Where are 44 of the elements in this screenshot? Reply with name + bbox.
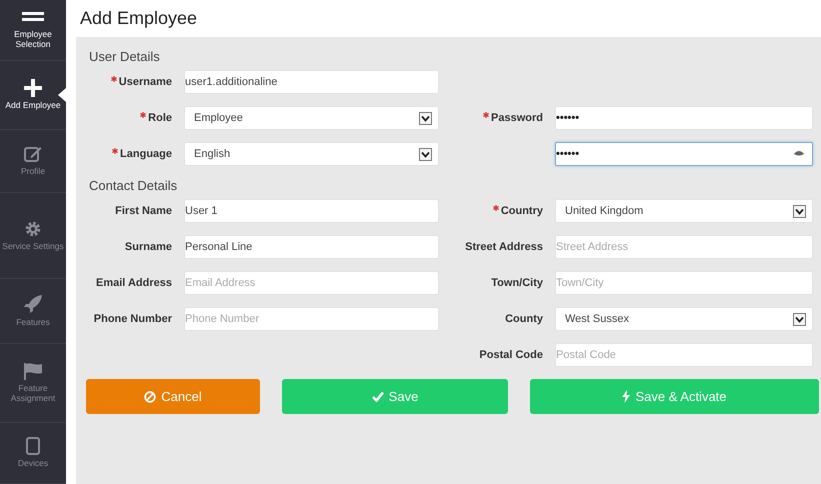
field-label: County bbox=[505, 312, 543, 327]
dropdown-field[interactable]: United Kingdom bbox=[555, 199, 813, 223]
field-label: Email Address bbox=[96, 276, 172, 291]
field-label: Town/City bbox=[491, 276, 543, 291]
page-title: Add Employee bbox=[79, 8, 198, 29]
field-label: First Name bbox=[115, 204, 172, 219]
caret-icon bbox=[419, 112, 432, 124]
input-field[interactable]: Phone Number bbox=[184, 307, 439, 331]
confirm-password-field[interactable]: •••••• bbox=[555, 142, 813, 166]
dropdown-field[interactable]: Employee bbox=[184, 106, 439, 130]
input-field[interactable]: Personal Line bbox=[184, 235, 439, 259]
checkmark-icon bbox=[372, 391, 384, 402]
tablet-icon bbox=[26, 437, 40, 456]
caret-icon bbox=[793, 312, 806, 326]
dropdown-field[interactable]: English bbox=[184, 142, 439, 166]
lightning-icon bbox=[622, 390, 630, 403]
section-title: User Details bbox=[89, 49, 161, 64]
field-label: Phone Number bbox=[94, 312, 172, 327]
section-title: Contact Details bbox=[89, 178, 178, 193]
input-field[interactable]: Town/City bbox=[555, 271, 813, 295]
field-label: Postal Code bbox=[479, 348, 543, 363]
flag-icon bbox=[23, 362, 43, 380]
field-label: Surname bbox=[124, 240, 172, 255]
field-label: Country bbox=[500, 204, 543, 219]
input-field[interactable]: Email Address bbox=[184, 271, 439, 295]
rocket-icon bbox=[23, 294, 43, 314]
settings-icon bbox=[24, 220, 42, 238]
input-field[interactable]: User 1 bbox=[184, 199, 439, 223]
edit-icon bbox=[24, 144, 42, 163]
plus-icon bbox=[24, 78, 42, 97]
dropdown-field[interactable]: West Sussex bbox=[555, 307, 813, 331]
caret-icon bbox=[419, 148, 432, 160]
caret-icon bbox=[793, 204, 806, 218]
field-label: Language bbox=[120, 147, 172, 162]
password-field[interactable]: •••••• bbox=[555, 106, 813, 130]
field-label: Password bbox=[491, 111, 543, 126]
field-label: Street Address bbox=[465, 240, 543, 255]
field-label: Role bbox=[148, 111, 172, 126]
input-field[interactable]: Street Address bbox=[555, 235, 813, 259]
eye-icon[interactable] bbox=[794, 151, 804, 157]
ban-icon bbox=[144, 390, 156, 402]
field-label: Username bbox=[118, 75, 172, 90]
input-field[interactable]: user1.additionaline bbox=[184, 70, 439, 94]
input-field[interactable]: Postal Code bbox=[555, 343, 813, 367]
